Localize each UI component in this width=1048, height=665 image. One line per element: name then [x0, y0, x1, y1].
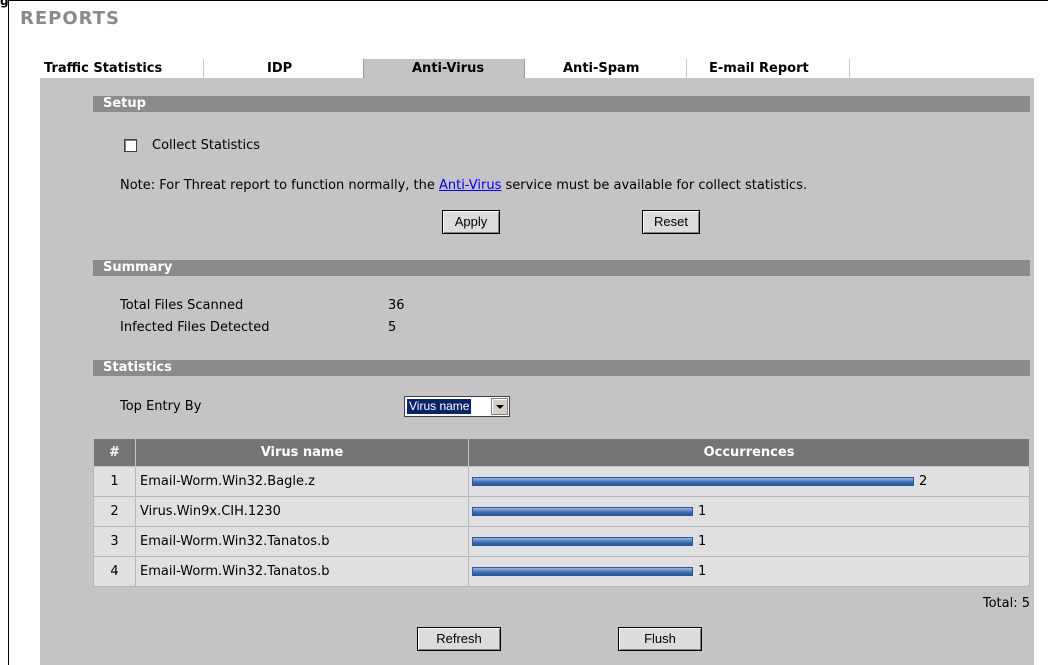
infected-files-label: Infected Files Detected	[120, 320, 270, 335]
table-row: 1 Email-Worm.Win32.Bagle.z 2	[93, 466, 1030, 497]
tab-anti-spam[interactable]: Anti-Spam	[525, 59, 687, 78]
occurrence-bar	[472, 477, 914, 486]
note-text-before: Note: For Threat report to function norm…	[120, 178, 435, 193]
top-entry-by-label: Top Entry By	[120, 399, 202, 414]
frame-top-border	[8, 0, 1048, 1]
occurrence-value: 2	[919, 474, 928, 489]
collect-statistics-checkbox[interactable]	[124, 139, 137, 152]
content-panel: Setup Collect Statistics Note: For Threa…	[40, 78, 1034, 665]
table-row: 4 Email-Worm.Win32.Tanatos.b 1	[93, 556, 1030, 587]
tab-traffic-statistics[interactable]: Traffic Statistics	[40, 59, 203, 78]
summary-section-header: Summary	[93, 260, 1030, 276]
occurrence-value: 1	[698, 534, 707, 549]
occurrence-bar	[472, 537, 693, 546]
statistics-table: # Virus name Occurrences 1 Email-Worm.Wi…	[93, 438, 1030, 587]
tab-anti-virus[interactable]: Anti-Virus	[363, 59, 525, 78]
row-number: 2	[93, 496, 136, 527]
tab-email-report[interactable]: E-mail Report	[687, 59, 850, 78]
row-number: 3	[93, 526, 136, 557]
setup-note: Note: For Threat report to function norm…	[120, 178, 807, 193]
collect-statistics-label: Collect Statistics	[152, 138, 261, 153]
column-header-number[interactable]: #	[93, 438, 136, 467]
table-row: 2 Virus.Win9x.CIH.1230 1	[93, 496, 1030, 527]
total-files-scanned-value: 36	[388, 298, 405, 313]
virus-name-cell: Email-Worm.Win32.Bagle.z	[135, 466, 469, 497]
tab-bar: Traffic Statistics IDP Anti-Virus Anti-S…	[40, 59, 850, 78]
chevron-down-icon[interactable]	[491, 398, 508, 415]
virus-name-cell: Email-Worm.Win32.Tanatos.b	[135, 556, 469, 587]
total-files-scanned-label: Total Files Scanned	[120, 298, 244, 313]
virus-name-cell: Email-Worm.Win32.Tanatos.b	[135, 526, 469, 557]
top-entry-selected-value: Virus name	[405, 398, 473, 415]
refresh-button[interactable]: Refresh	[417, 627, 501, 651]
table-row: 3 Email-Worm.Win32.Tanatos.b 1	[93, 526, 1030, 557]
infected-files-value: 5	[388, 320, 397, 335]
apply-button[interactable]: Apply	[442, 210, 500, 234]
flush-button[interactable]: Flush	[618, 627, 702, 651]
column-header-virus-name[interactable]: Virus name	[135, 438, 469, 467]
page-title: REPORTS	[20, 8, 120, 29]
note-text-after: service must be available for collect st…	[505, 178, 808, 193]
tab-idp[interactable]: IDP	[203, 59, 363, 78]
statistics-section-header: Statistics	[93, 360, 1030, 376]
frame-left-border	[8, 0, 9, 665]
top-entry-select[interactable]: Virus name	[404, 396, 510, 417]
figure-label: g	[0, 0, 9, 8]
setup-section-header: Setup	[93, 96, 1030, 112]
occurrence-bar	[472, 567, 693, 576]
occurrences-cell: 1	[468, 556, 1030, 587]
reset-button[interactable]: Reset	[642, 210, 700, 234]
occurrence-value: 1	[698, 564, 707, 579]
total-count: Total: 5	[982, 596, 1030, 611]
table-header-row: # Virus name Occurrences	[93, 438, 1030, 467]
occurrence-value: 1	[698, 504, 707, 519]
virus-name-cell: Virus.Win9x.CIH.1230	[135, 496, 469, 527]
occurrences-cell: 2	[468, 466, 1030, 497]
occurrences-cell: 1	[468, 496, 1030, 527]
anti-virus-link[interactable]: Anti-Virus	[439, 178, 501, 193]
row-number: 4	[93, 556, 136, 587]
row-number: 1	[93, 466, 136, 497]
occurrence-bar	[472, 507, 693, 516]
column-header-occurrences[interactable]: Occurrences	[468, 438, 1030, 467]
occurrences-cell: 1	[468, 526, 1030, 557]
